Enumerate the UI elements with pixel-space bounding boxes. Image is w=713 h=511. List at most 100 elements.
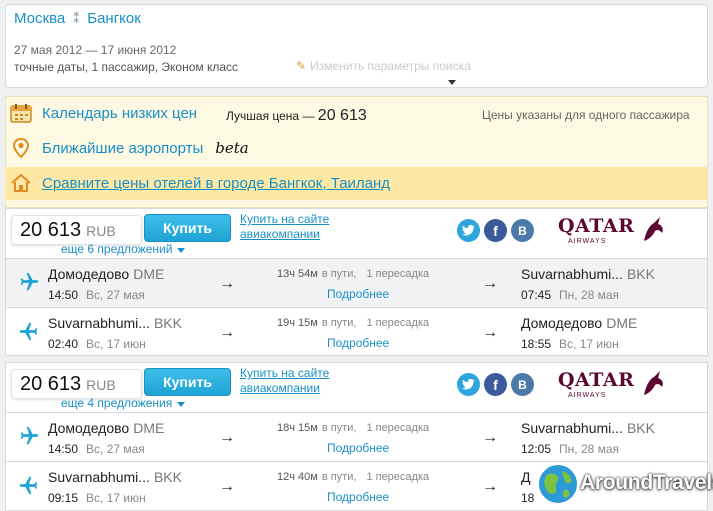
vkontakte-icon[interactable]: B: [511, 219, 534, 242]
departure-time-value: 02:40: [48, 337, 79, 351]
twitter-icon[interactable]: [457, 219, 480, 242]
nearby-airports-link[interactable]: Ближайшие аэропорты: [42, 140, 203, 157]
departure-city: Домодедово: [48, 420, 130, 436]
nearby-airports-row[interactable]: Ближайшие аэропорты beta: [10, 137, 249, 159]
arrow-right-icon: →: [482, 324, 498, 341]
edit-search-label: Изменить параметры поиска: [310, 59, 471, 73]
hotels-link[interactable]: Сравните цены отелей в городе Бангкок, Т…: [42, 175, 390, 192]
airline-link-line-1: Купить на сайте: [240, 366, 330, 380]
price-note: Цены указаны для одного пассажира: [482, 108, 690, 122]
chevron-down-icon: [177, 247, 186, 253]
departure-time-value: 14:50: [48, 288, 79, 302]
globe-icon: [537, 463, 579, 505]
calendar-icon: [10, 104, 32, 123]
route-separator-icon: ⁑: [73, 11, 80, 26]
departure-date: Вс, 17 июн: [86, 491, 146, 505]
arrow-right-icon: →: [219, 478, 235, 495]
ticket-price: 20 613: [20, 219, 82, 241]
departure-time: 02:40 Вс, 17 июн: [48, 337, 146, 351]
aroundtravels-watermark: AroundTravels: [536, 462, 713, 508]
arrival-time-value: 18:55: [521, 337, 552, 351]
plane-icon: [20, 272, 39, 291]
duration-value: 19ч 15м: [277, 317, 318, 329]
flight-duration: 13ч 54м в пути, 1 пересадка: [277, 268, 429, 280]
departure-date: Вс, 27 мая: [86, 442, 145, 456]
flight-segment-return[interactable]: Suvarnabhumi... BKK 02:40 Вс, 17 июн → 19ч…: [6, 307, 707, 355]
stops-label: 1 пересадка: [366, 471, 430, 483]
flight-segment-outbound[interactable]: Домодедово DME 14:50 Вс, 27 мая → 13ч 54м в…: [6, 258, 707, 306]
airline-logo-sub: AIRWAYS: [568, 238, 607, 245]
arrival-airport: Домодедово DME: [521, 315, 637, 331]
arrow-right-icon: →: [482, 275, 498, 292]
arrow-right-icon: →: [219, 275, 235, 292]
details-link[interactable]: Подробнее: [327, 490, 389, 504]
calendar-row[interactable]: Календарь низких цен: [10, 103, 197, 123]
oryx-icon: [644, 371, 663, 395]
facebook-icon[interactable]: f: [484, 219, 507, 242]
flight-segment-outbound[interactable]: Домодедово DME 14:50 Вс, 27 мая → 18ч 15м в…: [6, 412, 707, 460]
house-icon: [11, 173, 31, 192]
arrival-date: Вс, 17 июн: [559, 337, 619, 351]
pencil-icon: ✎: [296, 59, 307, 73]
hotel-promo-row[interactable]: Сравните цены отелей в городе Бангкок, Т…: [10, 172, 390, 194]
in-transit-label: в пути,: [321, 422, 357, 434]
calendar-link[interactable]: Календарь низких цен: [42, 105, 197, 122]
ticket-currency: RUB: [86, 223, 116, 239]
edit-search-chevron-icon[interactable]: [448, 80, 456, 85]
departure-time: 14:50 Вс, 27 мая: [48, 442, 145, 456]
details-link[interactable]: Подробнее: [327, 336, 389, 350]
ticket-price: 20 613: [20, 373, 82, 395]
best-price-value: 20 613: [317, 107, 367, 124]
ticket-card: 20 613 RUB Купить Купить на сайте авиако…: [5, 208, 708, 356]
more-offers-label: еще 6 предложений: [61, 242, 173, 256]
facebook-icon[interactable]: f: [484, 373, 507, 396]
arrival-city: Suvarnabhumi...: [521, 266, 623, 282]
buy-button[interactable]: Купить: [144, 368, 231, 396]
airline-logo-word: QATAR: [558, 215, 635, 237]
plane-icon: [20, 426, 39, 445]
departure-code: BKK: [153, 315, 182, 331]
arrival-code: DME: [606, 315, 638, 331]
arrival-time-value: 07:45: [521, 288, 552, 302]
stops-label: 1 пересадка: [366, 317, 430, 329]
ticket-header: 20 613 RUB Купить Купить на сайте авиако…: [6, 363, 707, 411]
buy-on-airline-site-link[interactable]: Купить на сайте авиакомпании: [240, 366, 329, 396]
departure-code: DME: [133, 420, 165, 436]
route-title: Москва ⁑ Бангкок: [14, 10, 141, 27]
duration-value: 18ч 15м: [277, 422, 318, 434]
arrival-date: Пн, 28 мая: [559, 288, 620, 302]
more-offers-dropdown[interactable]: еще 4 предложения: [61, 396, 186, 410]
location-pin-icon: [12, 137, 30, 159]
departure-time: 14:50 Вс, 27 мая: [48, 288, 145, 302]
arrival-airport: Suvarnabhumi... BKK: [521, 420, 655, 436]
destination-city[interactable]: Бангкок: [87, 10, 141, 27]
vkontakte-icon[interactable]: B: [511, 373, 534, 396]
more-offers-dropdown[interactable]: еще 6 предложений: [61, 242, 186, 256]
edit-search-link[interactable]: ✎ Изменить параметры поиска: [296, 59, 471, 73]
oryx-icon: [644, 217, 663, 241]
details-link[interactable]: Подробнее: [327, 287, 389, 301]
brand-name: AroundTravels: [580, 471, 713, 494]
best-price: Лучшая цена — 20 613: [226, 107, 367, 125]
buy-on-airline-site-link[interactable]: Купить на сайте авиакомпании: [240, 212, 329, 242]
plane-icon: [19, 476, 38, 495]
arrival-code: BKK: [626, 266, 655, 282]
departure-time-value: 09:15: [48, 491, 79, 505]
arrival-airport: Д: [521, 469, 534, 485]
qatar-airways-logo: QATAR AIRWAYS: [558, 213, 668, 249]
in-transit-label: в пути,: [321, 268, 357, 280]
arrival-city: Suvarnabhumi...: [521, 420, 623, 436]
details-link[interactable]: Подробнее: [327, 441, 389, 455]
departure-city: Домодедово: [48, 266, 130, 282]
twitter-icon[interactable]: [457, 373, 480, 396]
stops-label: 1 пересадка: [366, 422, 430, 434]
arrow-right-icon: →: [219, 324, 235, 341]
ticket-header: 20 613 RUB Купить Купить на сайте авиако…: [6, 209, 707, 257]
buy-button[interactable]: Купить: [144, 214, 231, 242]
arrival-city: Д: [521, 469, 531, 485]
arrival-airport: Suvarnabhumi... BKK: [521, 266, 655, 282]
price-box: 20 613 RUB: [11, 369, 142, 399]
origin-city[interactable]: Москва: [14, 10, 65, 27]
flight-duration: 19ч 15м в пути, 1 пересадка: [277, 317, 429, 329]
departure-code: DME: [133, 266, 165, 282]
